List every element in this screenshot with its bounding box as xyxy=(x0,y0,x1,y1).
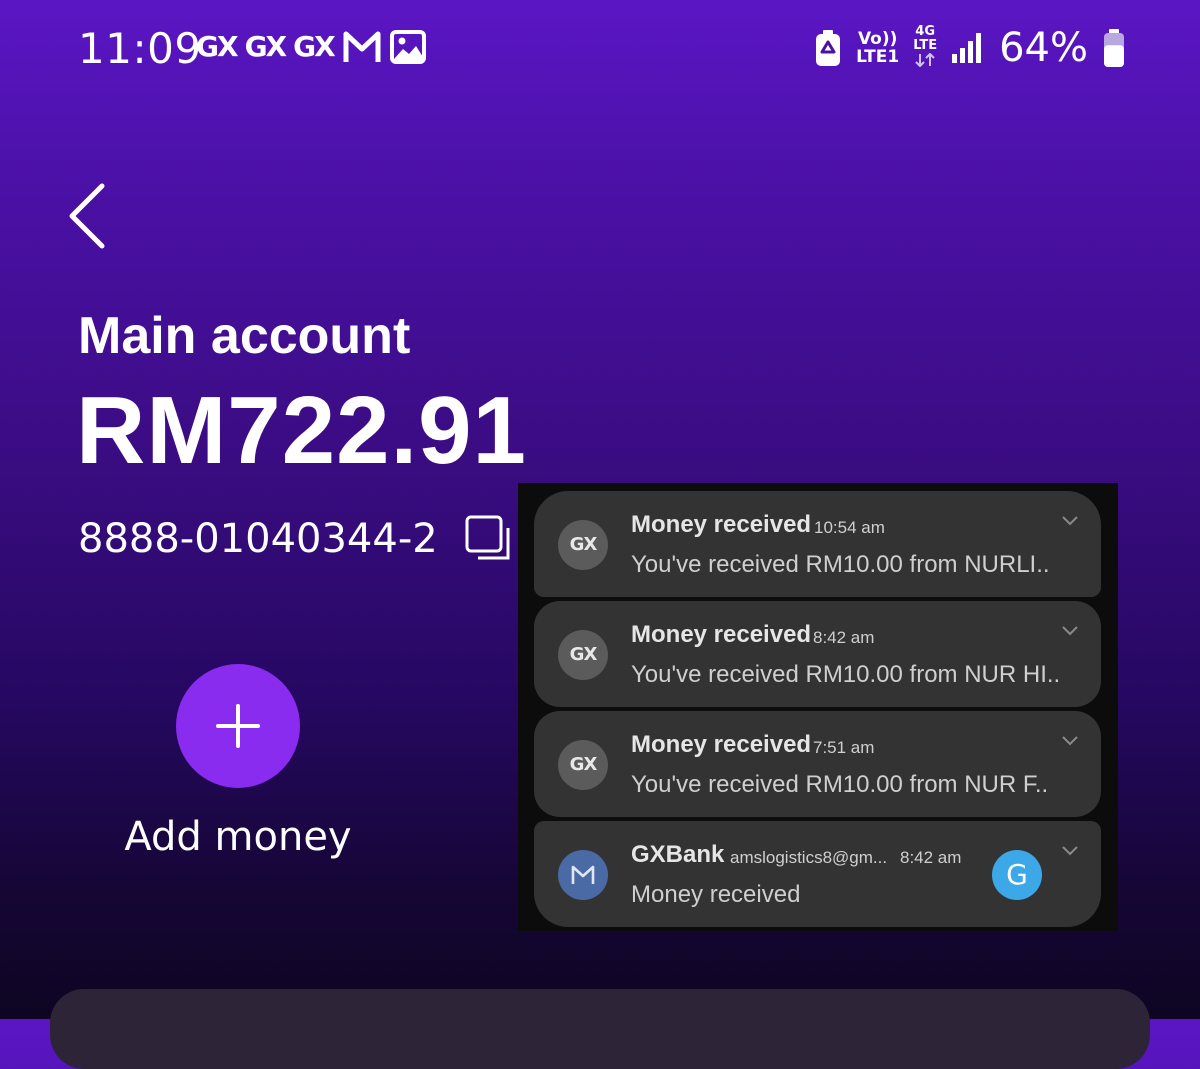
battery-percent: 64% xyxy=(999,25,1088,71)
copy-icon xyxy=(465,515,510,560)
chevron-down-icon[interactable] xyxy=(1061,735,1079,747)
notification-time: 8:42 am xyxy=(813,628,875,647)
account-balance: RM722.91 xyxy=(76,377,527,484)
data-arrows-icon xyxy=(915,52,935,68)
notification-card[interactable]: GX Money received 7:51 am You've receive… xyxy=(534,711,1101,817)
gx-app-icon: GX xyxy=(558,630,608,680)
notification-card[interactable]: GX Money received 8:42 am You've receive… xyxy=(534,601,1101,707)
notification-icons: GX GX GX xyxy=(196,30,426,64)
gx-app-icon: GX xyxy=(196,30,239,63)
battery-icon xyxy=(1104,29,1124,67)
notification-time: 7:51 am xyxy=(813,738,875,757)
back-button[interactable] xyxy=(60,180,116,252)
page-title: Main account xyxy=(78,307,411,365)
notification-body: You've received RM10.00 from NURLI.. xyxy=(631,551,1050,578)
chevron-down-icon[interactable] xyxy=(1061,625,1079,637)
notification-title: GXBank xyxy=(631,841,725,868)
account-number: 8888-01040344-2 xyxy=(78,516,438,562)
plus-icon xyxy=(216,704,260,748)
notification-title: Money received xyxy=(631,621,812,648)
notification-sender: amslogistics8@gm... xyxy=(730,848,888,867)
gx-app-icon: GX xyxy=(558,520,608,570)
signal-strength-icon xyxy=(952,33,982,63)
status-bar: 11:09 GX GX GX Vo)) LTE1 4G LTE 64% xyxy=(0,0,1200,96)
system-icons: Vo)) LTE1 4G LTE 64% xyxy=(814,24,1126,72)
chevron-down-icon[interactable] xyxy=(1061,515,1079,527)
notification-time: 8:42 am xyxy=(900,848,962,867)
notification-panel: GX Money received 10:54 am You've receiv… xyxy=(518,483,1118,931)
notification-body: Money received xyxy=(631,881,801,908)
gx-app-icon: GX xyxy=(293,30,336,63)
add-money-button[interactable] xyxy=(176,664,300,788)
notification-body: You've received RM10.00 from NUR HI.. xyxy=(631,661,1061,688)
battery-saver-icon xyxy=(816,30,841,66)
gmail-icon xyxy=(571,865,595,884)
gallery-icon xyxy=(389,30,426,64)
gx-app-icon: GX xyxy=(558,740,608,790)
copy-account-number-button[interactable] xyxy=(464,514,514,564)
add-money-label: Add money xyxy=(124,814,352,860)
notification-title: Money received xyxy=(631,731,812,758)
network-type-icon: 4G LTE xyxy=(913,25,937,71)
chevron-down-icon[interactable] xyxy=(1061,845,1079,857)
notification-body: You've received RM10.00 from NUR F.. xyxy=(631,771,1049,798)
status-clock: 11:09 xyxy=(78,24,202,73)
notification-title: Money received xyxy=(631,511,812,538)
volte-indicator: Vo)) LTE1 xyxy=(856,29,900,67)
notification-time: 10:54 am xyxy=(814,518,885,537)
bottom-sheet[interactable] xyxy=(50,989,1150,1069)
avatar: G xyxy=(992,850,1042,900)
gx-app-icon: GX xyxy=(244,30,288,63)
gmail-icon xyxy=(343,31,381,62)
gmail-app-icon xyxy=(558,850,608,900)
notification-card[interactable]: GX Money received 10:54 am You've receiv… xyxy=(534,491,1101,597)
notification-card[interactable]: GXBank amslogistics8@gm... 8:42 am Money… xyxy=(534,821,1101,927)
chevron-left-icon xyxy=(69,183,105,249)
